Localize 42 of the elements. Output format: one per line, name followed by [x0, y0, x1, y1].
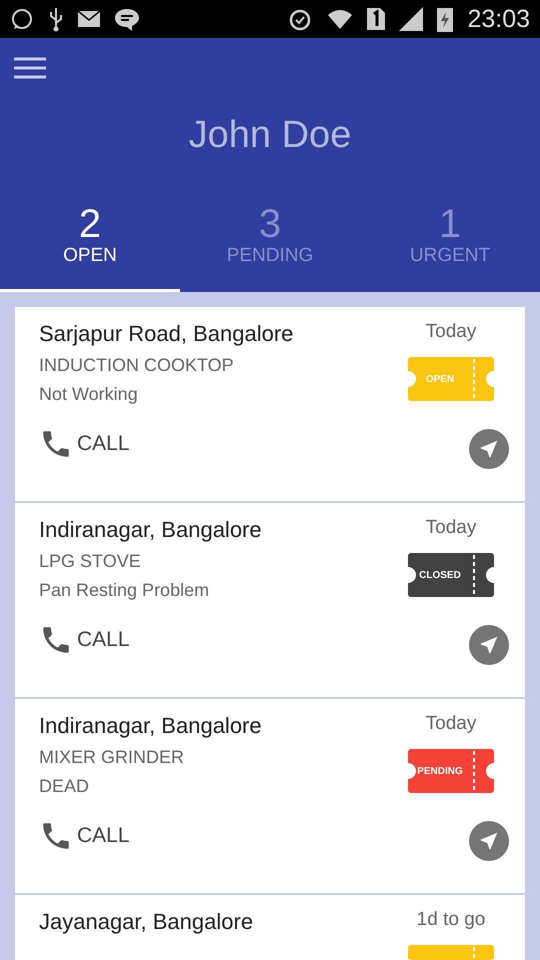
- product-name: MIXER GRINDER: [39, 747, 186, 768]
- navigate-button[interactable]: [469, 625, 509, 665]
- call-button[interactable]: CALL: [39, 819, 130, 853]
- job-location: Jayanagar, Bangalore: [39, 909, 254, 935]
- wifi-icon: [327, 7, 354, 31]
- job-date: Today: [426, 713, 476, 735]
- job-location: Indiranagar, Bangalore: [39, 713, 263, 739]
- sim-icon: [367, 8, 386, 30]
- call-button[interactable]: CALL: [39, 623, 130, 657]
- navigate-button[interactable]: [469, 429, 509, 469]
- message-icon: [114, 7, 140, 31]
- menu-icon[interactable]: [14, 56, 46, 80]
- job-card[interactable]: Sarjapur Road, Bangalore INDUCTION COOKTOP Not Working CALL Today OPEN: [15, 307, 525, 501]
- job-date: Today: [426, 321, 476, 343]
- job-card[interactable]: Jayanagar, Bangalore 1d to go: [15, 895, 525, 960]
- issue-text: DEAD: [39, 776, 90, 797]
- signal-icon: [399, 7, 424, 31]
- user-name: John Doe: [188, 114, 352, 157]
- call-button[interactable]: CALL: [39, 427, 130, 461]
- status-ticket: PENDING: [408, 749, 494, 793]
- navigation-arrow-icon: [478, 830, 500, 852]
- job-location: Sarjapur Road, Bangalore: [39, 321, 294, 347]
- battery-icon: [437, 6, 454, 32]
- product-name: INDUCTION COOKTOP: [39, 355, 235, 376]
- job-card[interactable]: Indiranagar, Bangalore LPG STOVE Pan Resting Problem CALL Today CLOSED: [15, 503, 525, 697]
- job-location: Indiranagar, Bangalore: [39, 517, 263, 543]
- status-ticket: CLOSED: [408, 553, 494, 597]
- navigation-arrow-icon: [478, 438, 500, 460]
- mail-icon: [78, 11, 100, 27]
- status-ticket: OPEN: [408, 357, 494, 401]
- status-tab[interactable]: 2 OPEN: [0, 203, 180, 292]
- clock-time: 23:03: [467, 4, 530, 34]
- job-date: 1d to go: [416, 909, 486, 931]
- navigate-button[interactable]: [469, 821, 509, 861]
- issue-text: Not Working: [39, 384, 139, 405]
- job-date: Today: [426, 517, 476, 539]
- job-card[interactable]: Indiranagar, Bangalore MIXER GRINDER DEAD CALL Today PENDING: [15, 699, 525, 893]
- product-name: LPG STOVE: [39, 551, 142, 572]
- navigation-arrow-icon: [478, 634, 500, 656]
- issue-text: Pan Resting Problem: [39, 580, 210, 601]
- usb-icon: [48, 6, 64, 32]
- chat-icon: [10, 7, 34, 31]
